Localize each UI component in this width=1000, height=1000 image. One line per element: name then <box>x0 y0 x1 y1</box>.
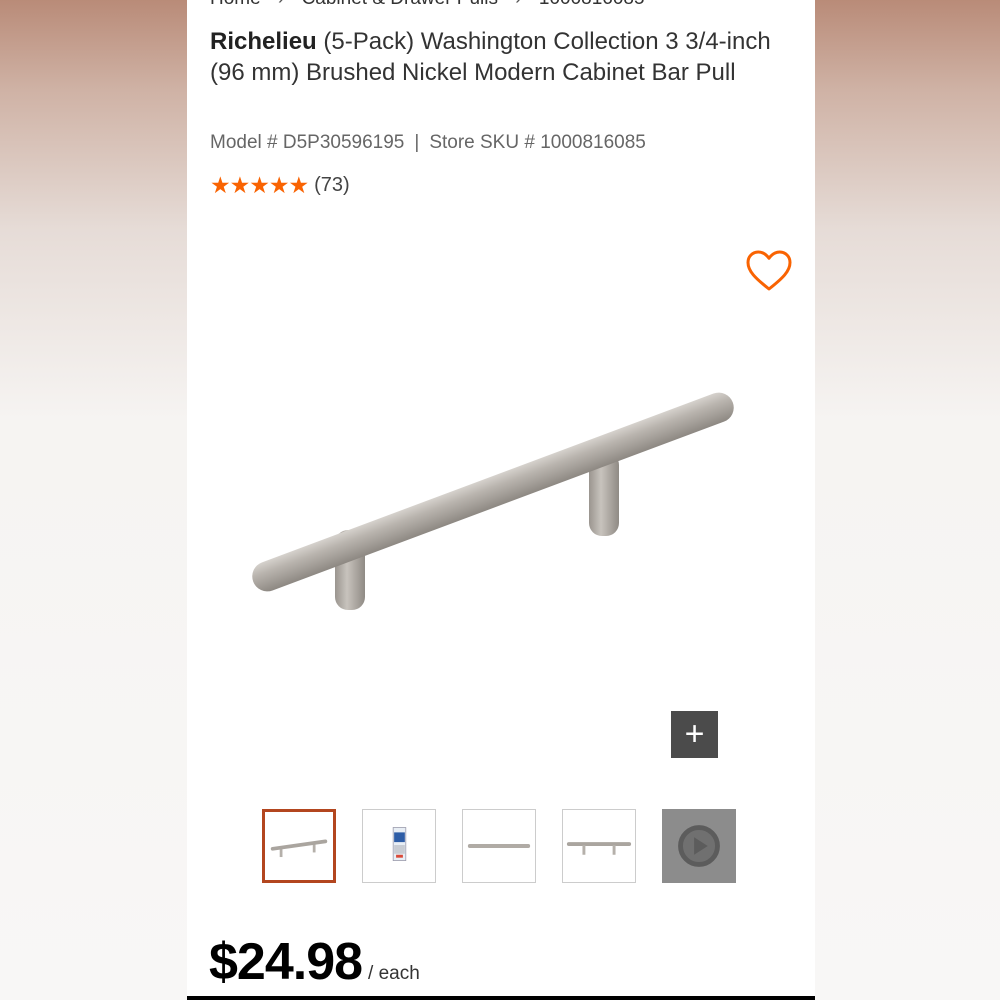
rating-stars-icon: ★★★★★ <box>210 172 309 198</box>
zoom-plus-icon[interactable]: + <box>671 711 718 758</box>
product-title: Richelieu (5-Pack) Washington Collection… <box>210 26 790 88</box>
favorite-heart-icon[interactable] <box>745 248 793 294</box>
price: $24.98 / each <box>209 932 420 992</box>
thumbnail-bar-pull-side[interactable] <box>462 809 536 883</box>
breadcrumb-home[interactable]: Home <box>210 0 261 9</box>
model-number: Model # D5P30596195 <box>210 132 405 153</box>
thumbnail-package[interactable] <box>362 809 436 883</box>
product-brand[interactable]: Richelieu <box>210 28 317 55</box>
price-value: $24.98 <box>209 933 363 991</box>
thumbnail-bar-pull-front[interactable] <box>562 809 636 883</box>
breadcrumb-separator-icon: › <box>278 0 284 9</box>
breadcrumb: Home › Cabinet & Drawer Pulls › 10008160… <box>210 0 657 10</box>
price-unit: / each <box>368 963 420 984</box>
breadcrumb-separator-icon: › <box>515 0 521 9</box>
product-image[interactable] <box>217 390 737 630</box>
product-page: Home › Cabinet & Drawer Pulls › 10008160… <box>187 0 815 1000</box>
thumbnail-video[interactable] <box>662 809 736 883</box>
play-circle-icon <box>678 825 720 867</box>
background-right <box>815 0 1000 1000</box>
rating[interactable]: ★★★★★ (73) <box>210 172 350 199</box>
background-left <box>0 0 187 1000</box>
review-count[interactable]: (73) <box>314 174 350 197</box>
meta-separator: | <box>414 132 420 153</box>
breadcrumb-current: 1000816085 <box>539 0 645 9</box>
breadcrumb-category[interactable]: Cabinet & Drawer Pulls <box>302 0 498 9</box>
thumbnail-bar-pull-angled[interactable] <box>262 809 336 883</box>
bottom-edge <box>187 996 815 1000</box>
product-identifiers: Model # D5P30596195 | Store SKU # 10008160… <box>210 132 646 154</box>
store-sku: Store SKU # 1000816085 <box>429 132 646 153</box>
